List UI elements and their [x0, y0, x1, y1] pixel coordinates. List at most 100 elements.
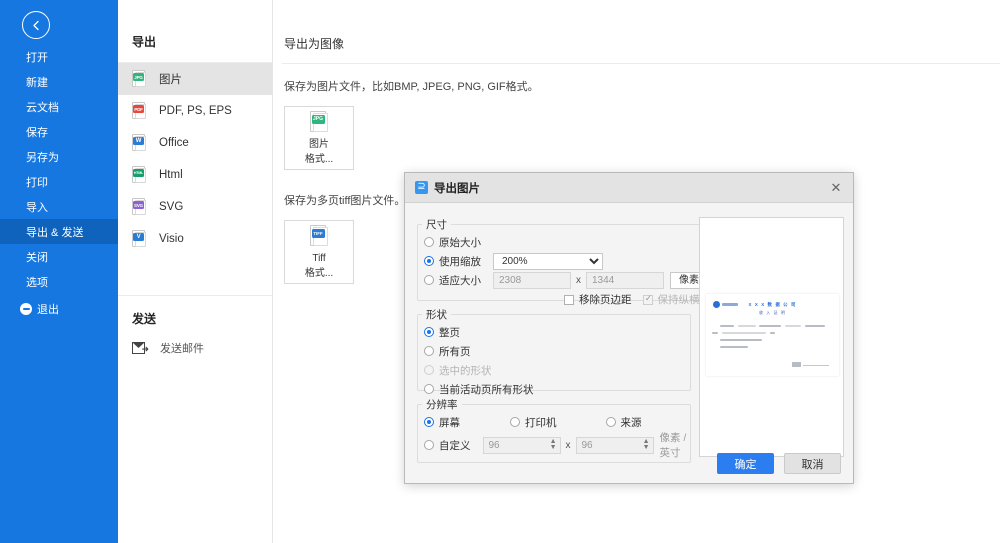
resolution-option-source: 来源 [605, 415, 642, 430]
dialog-footer: 确定 取消 [405, 453, 853, 474]
export-image-icon [415, 179, 428, 194]
image-format-card[interactable]: JPG 图片 格式... [284, 106, 354, 170]
sidebar-item-save-as[interactable]: 另存为 [0, 144, 118, 169]
sidebar-item-exit[interactable]: 退出 [0, 296, 118, 321]
sidebar-item-label: 保存 [26, 126, 48, 139]
dialog-title-bar: 导出图片 ✕ [405, 173, 853, 203]
ok-button[interactable]: 确定 [717, 453, 774, 474]
format-item-image[interactable]: JPG 图片 [118, 63, 272, 95]
sidebar-item-export-send[interactable]: 导出 & 发送 [0, 219, 118, 244]
sidebar-item-cloud-docs[interactable]: 云文档 [0, 94, 118, 119]
image-card-line1: 图片 [309, 138, 329, 150]
sidebar-item-label: 退出 [37, 303, 59, 316]
radio-printer-label: 打印机 [525, 416, 557, 429]
tiff-card-line2: 格式... [304, 267, 334, 279]
radio-source[interactable] [605, 417, 616, 427]
format-item-svg[interactable]: SVG SVG [118, 191, 272, 223]
send-heading: 发送 [132, 312, 157, 326]
radio-original-size[interactable] [424, 237, 434, 247]
radio-source-label: 来源 [620, 416, 642, 429]
remove-page-margin-label: 移除页边距 [579, 294, 632, 306]
jpg-tag: JPG [133, 73, 144, 81]
sidebar-item-options[interactable]: 选项 [0, 269, 118, 294]
stepper-arrows-icon[interactable]: ▲ ▼ [550, 438, 557, 451]
remove-page-margin-checkbox[interactable] [564, 294, 574, 305]
format-item-office[interactable]: W Office [118, 127, 272, 159]
tiff-format-card[interactable]: TIFF Tiff 格式... [284, 220, 354, 284]
sidebar-item-new[interactable]: 新建 [0, 69, 118, 94]
sidebar-item-label: 导出 & 发送 [26, 226, 84, 239]
cancel-button[interactable]: 取消 [784, 453, 841, 474]
radio-screen[interactable] [424, 417, 434, 427]
preview-doc-title: X X X 数 据 公 司 [748, 302, 797, 307]
size-x-separator: x [576, 274, 581, 286]
fit-height-input[interactable] [586, 271, 664, 289]
radio-fit-size[interactable] [424, 275, 434, 285]
sidebar-item-save[interactable]: 保存 [0, 119, 118, 144]
radio-active-page-shapes[interactable] [424, 384, 434, 394]
sidebar-item-label: 打开 [26, 51, 48, 64]
dialog-body: 尺寸 原始大小 使用缩放 200% 适应大小 x 像素 [405, 203, 853, 484]
sidebar-item-print[interactable]: 打印 [0, 169, 118, 194]
fit-width-input[interactable] [493, 271, 571, 289]
format-label: Visio [159, 233, 184, 245]
word-tag: W [133, 137, 144, 145]
sidebar-item-open[interactable]: 打开 [0, 44, 118, 69]
back-arrow-icon[interactable] [22, 11, 50, 39]
shape-group-legend: 形状 [426, 309, 447, 321]
format-label: SVG [159, 201, 184, 213]
radio-all-pages-label: 所有页 [439, 345, 471, 358]
format-label: Office [159, 137, 189, 149]
sidebar-item-label: 关闭 [26, 251, 48, 264]
format-item-html[interactable]: HTML Html [118, 159, 272, 191]
radio-use-scale-label: 使用缩放 [439, 255, 481, 268]
stepper-arrows-icon[interactable]: ▲ ▼ [643, 438, 650, 451]
radio-whole-page[interactable] [424, 327, 434, 337]
format-label: 图片 [159, 74, 182, 86]
visio-tag: V [133, 233, 144, 241]
tiff-file-icon: TIFF [309, 224, 329, 247]
back-arrow-glyph [32, 20, 39, 30]
tiff-tag: TIFF [311, 228, 325, 238]
format-item-visio[interactable]: V Visio [118, 223, 272, 255]
format-label: PDF, PS, EPS [159, 105, 232, 117]
radio-custom-resolution[interactable] [424, 440, 434, 450]
dpi-x-stepper[interactable]: ▲▼ [482, 436, 561, 454]
size-group: 尺寸 原始大小 使用缩放 200% 适应大小 x 像素 [417, 217, 718, 306]
sidebar-item-label: 云文档 [26, 101, 59, 114]
size-checkbox-row: 移除页边距 保持纵横比 [564, 292, 710, 307]
sidebar-item-label: 另存为 [26, 151, 59, 164]
shape-option-whole-page-row: 整页 [424, 323, 690, 341]
jpg-file-icon: JPG [132, 70, 147, 88]
format-item-pdf[interactable]: PDF PDF, PS, EPS [118, 95, 272, 127]
sidebar-item-label: 选项 [26, 276, 48, 289]
radio-active-page-shapes-label: 当前活动页所有形状 [439, 383, 534, 396]
sidebar-item-label: 导入 [26, 201, 48, 214]
radio-all-pages[interactable] [424, 346, 434, 356]
preview-page: X X X 数 据 公 司 收 入 证 明 [706, 294, 839, 376]
radio-printer[interactable] [510, 417, 520, 427]
preview-signature [792, 362, 829, 367]
word-file-icon: W [132, 134, 147, 152]
image-export-description: 保存为图片文件，比如BMP, JPEG, PNG, GIF格式。 [284, 81, 539, 93]
dpi-y-stepper[interactable]: ▲▼ [575, 436, 654, 454]
radio-custom-resolution-label: 自定义 [439, 439, 471, 452]
radio-screen-label: 屏幕 [439, 416, 460, 429]
mail-send-icon: ➜ [132, 342, 149, 354]
sidebar-nav-list: 打开 新建 云文档 保存 另存为 打印 导入 导出 & 发送 关闭 选项 退出 [0, 44, 118, 321]
sidebar-item-close[interactable]: 关闭 [0, 244, 118, 269]
close-icon[interactable]: ✕ [827, 179, 845, 197]
size-option-scale-row: 使用缩放 200% [424, 252, 717, 270]
shape-option-active-page-shapes-row: 当前活动页所有形状 [424, 380, 690, 398]
send-item-email[interactable]: ➜ 发送邮件 [118, 333, 272, 363]
image-card-line2: 格式... [304, 153, 334, 165]
radio-selected-shapes-label: 选中的形状 [439, 364, 492, 377]
svg-file-icon: SVG [132, 198, 147, 216]
radio-use-scale[interactable] [424, 256, 434, 266]
shape-group: 形状 整页 所有页 选中的形状 当前活动页所有形状 [417, 307, 691, 396]
resolution-preset-row: 屏幕 打印机 来源 [424, 413, 690, 431]
sidebar-item-import[interactable]: 导入 [0, 194, 118, 219]
format-label: Html [159, 169, 183, 181]
scale-select[interactable]: 200% [493, 252, 603, 270]
resolution-option-screen: 屏幕 [424, 415, 460, 430]
